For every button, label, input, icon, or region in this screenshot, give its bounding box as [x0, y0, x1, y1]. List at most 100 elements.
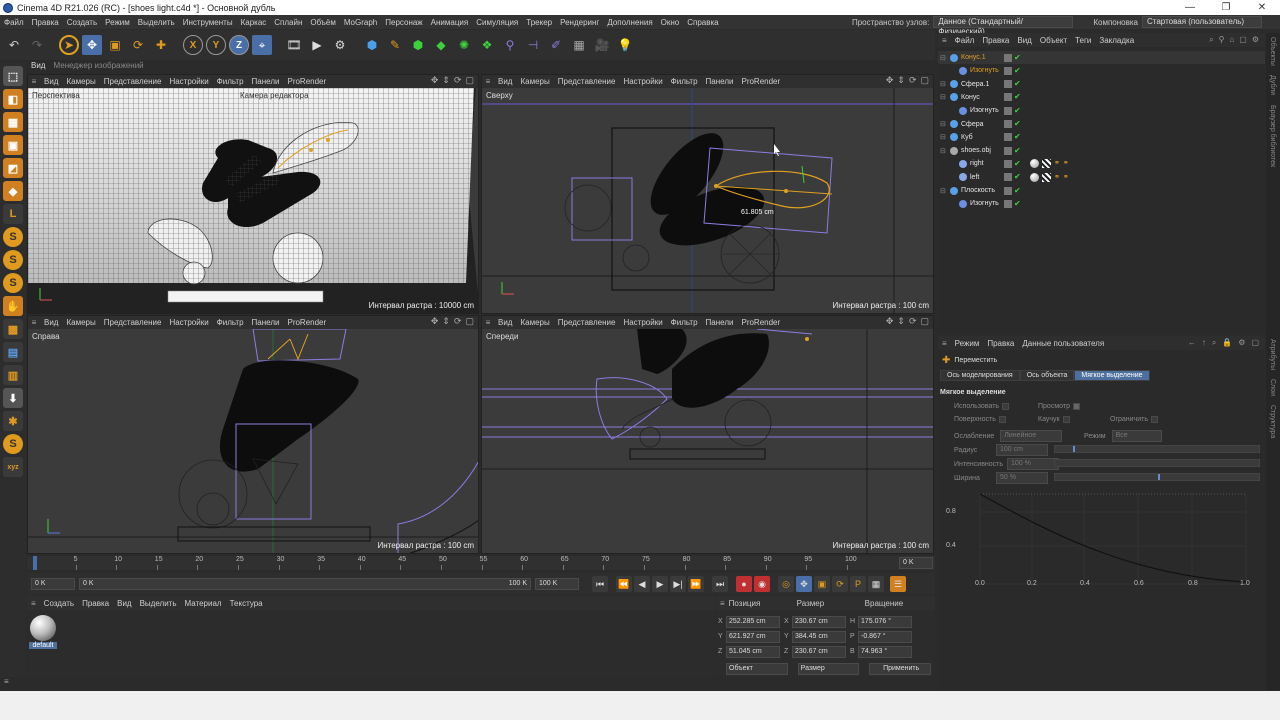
point-level-icon[interactable]: ▦ — [868, 576, 884, 592]
edges-mode-icon[interactable]: ◩ — [3, 158, 23, 178]
scale-key-icon[interactable]: ▣ — [814, 576, 830, 592]
material-swatch[interactable]: default — [29, 614, 57, 652]
viewport-perspective[interactable]: ≡ Вид Камеры Представление Настройки Фил… — [27, 74, 479, 314]
visibility-toggles[interactable]: ✔ — [1004, 120, 1028, 128]
home-icon[interactable]: ⌂ — [1229, 35, 1234, 45]
vp-menu-view[interactable]: Вид — [494, 318, 516, 327]
size-z-field[interactable]: 230.67 cm — [792, 645, 846, 658]
object-row[interactable]: Изогнуть ✔ — [938, 64, 1265, 77]
visibility-toggles[interactable]: ✔ — [1004, 80, 1028, 89]
vp-menu-filter[interactable]: Фильтр — [213, 77, 248, 86]
maximize-view-icon[interactable]: ▢ — [465, 316, 474, 327]
falloff-dropdown[interactable]: Линейное — [1000, 430, 1063, 442]
visibility-toggles[interactable]: ✔ — [1004, 53, 1028, 62]
maximize-view-icon[interactable]: ▢ — [920, 316, 929, 327]
hamburger-icon[interactable]: ≡ — [482, 318, 494, 327]
play-icon[interactable]: ▶ — [652, 576, 668, 592]
object-name[interactable]: Конус — [961, 94, 980, 101]
coordinate-mode-dropdown[interactable]: Объект — [726, 662, 788, 675]
orbit-icon[interactable]: ⟳ — [909, 316, 917, 327]
lock-icon[interactable]: 🔒 — [1222, 338, 1232, 348]
menu-volume[interactable]: Объём — [306, 18, 340, 27]
previous-frame-icon[interactable]: ◀ — [634, 576, 650, 592]
extrude-icon[interactable]: ◆ — [431, 35, 451, 55]
size-mode-dropdown[interactable]: Размер — [797, 662, 860, 675]
polygons-mode-icon[interactable]: ◆ — [3, 181, 23, 201]
menu-simulation[interactable]: Симуляция — [472, 18, 522, 27]
axis-mode-icon[interactable]: L — [3, 204, 23, 224]
vp-menu-panels[interactable]: Панели — [702, 77, 738, 86]
object-row[interactable]: ⊟ Сфера ✔ — [938, 118, 1265, 131]
menu-render[interactable]: Рендеринг — [556, 18, 603, 27]
x-axis-lock-icon[interactable]: X — [183, 35, 203, 55]
menu-extensions[interactable]: Дополнения — [603, 18, 656, 27]
tree-toggle-icon[interactable]: ⊟ — [940, 120, 946, 128]
sketch-icon[interactable]: ✐ — [546, 35, 566, 55]
range-slider[interactable]: 0 K 100 K — [79, 578, 531, 590]
object-row[interactable]: ⊟ Куб ✔ — [938, 131, 1265, 144]
field-icon[interactable]: ⊣ — [523, 35, 543, 55]
menu-character[interactable]: Персонаж — [381, 18, 426, 27]
vp-menu-panels[interactable]: Панели — [702, 318, 738, 327]
tree-toggle-icon[interactable]: ⊟ — [940, 133, 946, 141]
locked-workplane-icon[interactable]: ▩ — [3, 319, 23, 339]
next-key-icon[interactable]: ⏩ — [688, 576, 704, 592]
visibility-toggles[interactable]: ✔ — [1004, 199, 1028, 208]
floor-icon[interactable]: ▦ — [569, 35, 589, 55]
vp-menu-display[interactable]: Представление — [100, 77, 166, 86]
visibility-toggles[interactable]: ✔ — [1004, 106, 1028, 115]
am-menu-mode[interactable]: Режим — [951, 339, 984, 348]
orbit-icon[interactable]: ⟳ — [454, 75, 462, 86]
rotation-h-field[interactable]: 175.076 ° — [858, 615, 912, 628]
object-row[interactable]: Изогнуть ✔ — [938, 104, 1265, 117]
axis-lock-icon[interactable]: ✱ — [3, 411, 23, 431]
width-field[interactable]: 50 % — [996, 472, 1048, 484]
filter-icon[interactable]: ⚲ — [1219, 35, 1225, 45]
viewport-right[interactable]: ≡ Вид Камеры Представление Настройки Фил… — [27, 315, 479, 554]
radius-slider[interactable] — [1054, 445, 1260, 453]
position-y-field[interactable]: 621.927 cm — [726, 630, 780, 643]
om-menu-object[interactable]: Объект — [1036, 36, 1071, 45]
apply-button[interactable]: Применить — [869, 662, 932, 675]
vp-menu-options[interactable]: Настройки — [619, 318, 666, 327]
current-frame-field[interactable]: 0 K — [899, 557, 933, 569]
xyz-icon[interactable]: xyz — [3, 457, 23, 477]
tab-image-manager[interactable]: Менеджер изображений — [53, 61, 143, 73]
object-name[interactable]: Конус.1 — [961, 54, 986, 61]
solo-icon[interactable]: S — [3, 434, 23, 454]
vp-menu-filter[interactable]: Фильтр — [213, 318, 248, 327]
rotation-b-field[interactable]: 74.963 ° — [858, 645, 912, 658]
rotation-key-icon[interactable]: ⟳ — [832, 576, 848, 592]
vp-menu-filter[interactable]: Фильтр — [667, 77, 702, 86]
dolly-icon[interactable]: ⇕ — [442, 316, 450, 327]
tab-modeling-axis[interactable]: Ось моделирования — [940, 370, 1020, 381]
render-picture-viewer-icon[interactable]: ▶ — [307, 35, 327, 55]
mat-menu-view[interactable]: Вид — [113, 599, 135, 608]
object-name[interactable]: left — [970, 174, 979, 181]
rubber-checkbox[interactable] — [1062, 416, 1070, 423]
object-name[interactable]: Изогнуть — [970, 200, 999, 207]
menu-file[interactable]: Файл — [0, 18, 28, 27]
size-y-field[interactable]: 384.45 cm — [792, 630, 846, 643]
object-name[interactable]: Куб — [961, 134, 973, 141]
menu-mesh[interactable]: Каркас — [237, 18, 271, 27]
vp-menu-view[interactable]: Вид — [40, 77, 62, 86]
make-editable-icon[interactable]: ⬚ — [3, 66, 23, 86]
search-icon[interactable]: ⌕ — [1212, 338, 1216, 348]
menu-tracker[interactable]: Трекер — [522, 18, 556, 27]
position-key-icon[interactable]: ✥ — [796, 576, 812, 592]
back-arrow-icon[interactable]: ← — [1188, 338, 1196, 348]
viewport-front[interactable]: ≡ Вид Камеры Представление Настройки Фил… — [481, 315, 934, 554]
dolly-icon[interactable]: ⇕ — [897, 75, 905, 86]
tab-soft-selection[interactable]: Мягкое выделение — [1074, 370, 1150, 381]
dock-tab-attributes[interactable]: Атрибуты — [1269, 339, 1276, 370]
dock-tab-objects[interactable]: Объекты — [1269, 37, 1276, 66]
menu-spline[interactable]: Сплайн — [270, 18, 306, 27]
object-name[interactable]: right — [970, 160, 984, 167]
mat-menu-edit[interactable]: Правка — [78, 599, 113, 608]
vp-menu-prorender[interactable]: ProRender — [283, 77, 330, 86]
soft-selection-icon[interactable]: ▥ — [3, 365, 23, 385]
close-icon[interactable]: ✕ — [1244, 0, 1280, 15]
object-row[interactable]: ⊟ Плоскость ✔ — [938, 184, 1265, 197]
object-row[interactable]: Изогнуть ✔ — [938, 197, 1265, 210]
